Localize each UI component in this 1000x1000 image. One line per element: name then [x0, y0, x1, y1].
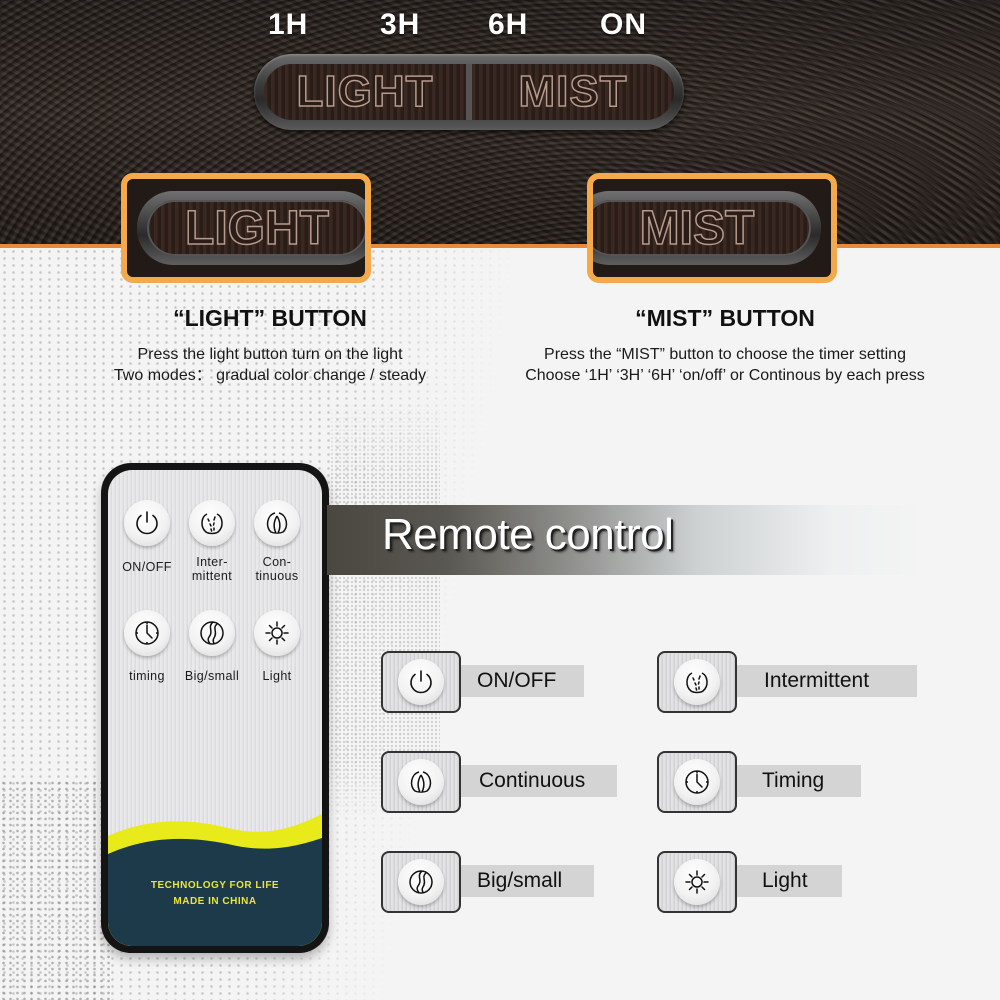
light-button-desc-1: Press the light button turn on the light: [137, 346, 403, 363]
legend-label: Big/small: [461, 865, 594, 897]
power-icon: [405, 666, 437, 698]
big-small-mist-icon: [405, 866, 437, 898]
timer-label-on: ON: [600, 8, 647, 41]
mist-key-closeup: MIST: [593, 200, 811, 256]
remote-timing-button[interactable]: [124, 610, 170, 656]
intermittent-mist-icon: [196, 507, 228, 539]
power-icon: [131, 507, 163, 539]
remote-light-button[interactable]: [254, 610, 300, 656]
continuous-mist-icon: [261, 507, 293, 539]
light-button-desc-2: Two modes： gradual color change / steady: [113, 367, 427, 384]
clock-icon: [131, 617, 163, 649]
remote-continuous-label-line2: tinuous: [255, 569, 299, 583]
remote-brand-line-2: MADE IN CHINA: [173, 896, 257, 907]
mist-button-title: “MIST” BUTTON: [635, 305, 815, 331]
big-small-mist-icon: [196, 617, 228, 649]
remote-big-small-button[interactable]: [189, 610, 235, 656]
legend-label: Intermittent: [737, 665, 917, 697]
device-light-button[interactable]: LIGHT: [264, 64, 466, 120]
timer-label-3h: 3H: [380, 8, 421, 41]
legend-label: Light: [737, 865, 842, 897]
timer-label-1h: 1H: [268, 8, 309, 41]
legend-label: ON/OFF: [461, 665, 584, 697]
remote-big-small-label: Big/small: [184, 669, 240, 683]
timer-indicator-labels: 1H 3H 6H ON: [262, 8, 682, 42]
light-key-closeup: LIGHT: [147, 200, 365, 256]
light-button-title: “LIGHT” BUTTON: [173, 305, 367, 331]
remote-continuous-label: Con- tinuous: [242, 555, 312, 583]
mist-button-desc-1: Press the “MIST” button to choose the ti…: [544, 346, 906, 363]
remote-brand-line-1: TECHNOLOGY FOR LIFE: [150, 880, 280, 891]
remote-onoff-button[interactable]: [124, 500, 170, 546]
light-button-closeup: LIGHT: [121, 173, 371, 283]
continuous-mist-icon: [405, 766, 437, 798]
mist-button-desc-2: Choose ‘1H’ ‘3H’ ‘6H’ ‘on/off’ or Contin…: [525, 367, 925, 384]
mist-button-caption: “MIST” BUTTON Press the “MIST” button to…: [490, 305, 960, 386]
remote-light-label: Light: [262, 669, 292, 683]
remote-intermittent-label: Inter- mittent: [177, 555, 247, 583]
remote-wave-graphic: [108, 814, 322, 946]
legend-label: Continuous: [461, 765, 617, 797]
legend-label: Timing: [737, 765, 861, 797]
remote-onoff-label: ON/OFF: [122, 560, 172, 574]
remote-intermittent-label-line1: Inter-: [196, 555, 228, 569]
device-mist-button[interactable]: MIST: [466, 64, 674, 120]
remote-timing-label: timing: [129, 669, 165, 683]
clock-icon: [681, 766, 713, 798]
timer-label-6h: 6H: [488, 8, 529, 41]
intermittent-mist-icon: [681, 666, 713, 698]
remote-face: ON/OFF Inter- mittent Con- tinuous timin…: [108, 470, 322, 946]
mist-button-closeup: MIST: [587, 173, 837, 283]
sun-icon: [261, 617, 293, 649]
remote-intermittent-button[interactable]: [189, 500, 235, 546]
remote-continuous-button[interactable]: [254, 500, 300, 546]
remote-intermittent-label-line2: mittent: [191, 569, 233, 583]
sun-icon: [681, 866, 713, 898]
section-title: Remote control: [382, 510, 674, 559]
remote-continuous-label-line1: Con-: [262, 555, 292, 569]
device-control-panel: LIGHT MIST: [254, 54, 684, 130]
dot-pattern-background-lower: [0, 780, 110, 1000]
remote-control: ON/OFF Inter- mittent Con- tinuous timin…: [101, 463, 329, 953]
light-button-caption: “LIGHT” BUTTON Press the light button tu…: [60, 305, 480, 386]
